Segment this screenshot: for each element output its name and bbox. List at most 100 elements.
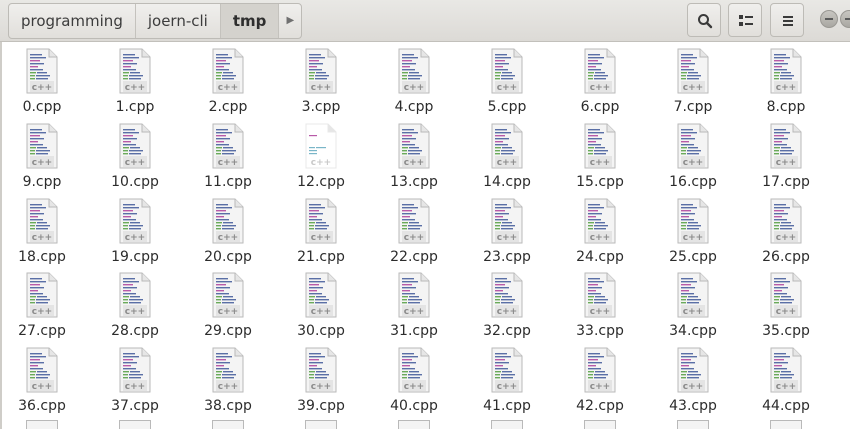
file-item-partial[interactable]	[212, 420, 244, 429]
file-item[interactable]: c++ 36.cpp	[6, 343, 78, 417]
file-item[interactable]: c++ 16.cpp	[657, 119, 729, 193]
file-item[interactable]: c++ 11.cpp	[192, 119, 264, 193]
file-item[interactable]: c++ 32.cpp	[471, 268, 543, 342]
file-name-label: 20.cpp	[204, 249, 252, 265]
file-item[interactable]: c++ 26.cpp	[750, 194, 822, 268]
file-item[interactable]: c++ 24.cpp	[564, 194, 636, 268]
file-type-label: c++	[590, 382, 610, 392]
file-item[interactable]: c++ 0.cpp	[6, 44, 78, 118]
cpp-file-icon: c++	[491, 48, 523, 94]
maximize-button[interactable]	[840, 10, 850, 28]
file-name-label: 40.cpp	[390, 398, 438, 414]
file-item[interactable]: c++ 2.cpp	[192, 44, 264, 118]
file-name-label: 12.cpp	[297, 174, 345, 190]
file-item[interactable]: c++ 28.cpp	[99, 268, 171, 342]
file-item[interactable]: c++ 37.cpp	[99, 343, 171, 417]
file-item[interactable]: c++ 10.cpp	[99, 119, 171, 193]
file-name-label: 35.cpp	[762, 323, 810, 339]
breadcrumb-tmp[interactable]: tmp	[220, 4, 280, 38]
cpp-file-icon: c++	[26, 48, 58, 94]
file-item[interactable]: c++ 39.cpp	[285, 343, 357, 417]
file-item[interactable]: c++ 22.cpp	[378, 194, 450, 268]
file-name-label: 30.cpp	[297, 323, 345, 339]
cpp-file-icon: c++	[677, 48, 709, 94]
file-item[interactable]: c++ 27.cpp	[6, 268, 78, 342]
minimize-button[interactable]	[820, 10, 838, 28]
breadcrumb-joern-cli[interactable]: joern-cli	[136, 4, 221, 38]
file-item[interactable]: c++ 38.cpp	[192, 343, 264, 417]
file-type-label: c++	[404, 233, 424, 243]
file-type-label: c++	[683, 307, 703, 317]
file-item[interactable]: c++ 18.cpp	[6, 194, 78, 268]
file-item-partial[interactable]	[584, 420, 616, 429]
file-item[interactable]: c++ 31.cpp	[378, 268, 450, 342]
header-bar: programming joern-cli tmp ▶	[0, 0, 850, 42]
file-item[interactable]: c++ 12.cpp	[285, 119, 357, 193]
file-item[interactable]: c++ 6.cpp	[564, 44, 636, 118]
file-item[interactable]: c++ 13.cpp	[378, 119, 450, 193]
file-name-label: 23.cpp	[483, 249, 531, 265]
file-name-label: 19.cpp	[111, 249, 159, 265]
file-item[interactable]: c++ 21.cpp	[285, 194, 357, 268]
file-item[interactable]: c++ 9.cpp	[6, 119, 78, 193]
file-item-partial[interactable]	[119, 420, 151, 429]
file-item[interactable]: c++ 33.cpp	[564, 268, 636, 342]
cpp-file-icon: c++	[491, 347, 523, 393]
file-name-label: 10.cpp	[111, 174, 159, 190]
cpp-file-icon: c++	[26, 123, 58, 169]
file-item-partial[interactable]	[305, 420, 337, 429]
file-item[interactable]: c++ 7.cpp	[657, 44, 729, 118]
file-item-partial[interactable]	[677, 420, 709, 429]
file-item[interactable]: c++ 20.cpp	[192, 194, 264, 268]
file-item[interactable]: c++ 42.cpp	[564, 343, 636, 417]
file-item[interactable]: c++ 34.cpp	[657, 268, 729, 342]
file-item-partial[interactable]	[770, 420, 802, 429]
file-item[interactable]: c++ 35.cpp	[750, 268, 822, 342]
file-item-partial[interactable]	[491, 420, 523, 429]
file-type-label: c++	[404, 307, 424, 317]
file-name-label: 6.cpp	[580, 99, 620, 115]
file-item[interactable]: c++ 23.cpp	[471, 194, 543, 268]
file-item[interactable]: c++ 15.cpp	[564, 119, 636, 193]
cpp-file-icon: c++	[770, 347, 802, 393]
file-item[interactable]: c++ 14.cpp	[471, 119, 543, 193]
file-name-label: 41.cpp	[483, 398, 531, 414]
chevron-right-icon[interactable]: ▶	[279, 4, 301, 38]
file-item[interactable]: c++ 19.cpp	[99, 194, 171, 268]
file-item[interactable]: c++ 1.cpp	[99, 44, 171, 118]
file-item[interactable]: c++ 43.cpp	[657, 343, 729, 417]
file-item[interactable]: c++ 5.cpp	[471, 44, 543, 118]
cpp-file-icon: c++	[119, 48, 151, 94]
file-name-label: 1.cpp	[115, 99, 155, 115]
breadcrumb-programming[interactable]: programming	[9, 4, 136, 38]
view-toggle-button[interactable]	[728, 3, 762, 37]
file-item[interactable]: c++ 8.cpp	[750, 44, 822, 118]
file-item[interactable]: c++ 3.cpp	[285, 44, 357, 118]
file-item[interactable]: c++ 17.cpp	[750, 119, 822, 193]
file-item[interactable]: c++ 25.cpp	[657, 194, 729, 268]
path-bar: programming joern-cli tmp ▶	[8, 3, 303, 39]
file-type-label: c++	[497, 233, 517, 243]
file-item[interactable]: c++ 40.cpp	[378, 343, 450, 417]
file-type-label: c++	[776, 307, 796, 317]
file-item[interactable]: c++ 41.cpp	[471, 343, 543, 417]
cpp-file-icon: c++	[119, 123, 151, 169]
menu-button[interactable]	[770, 3, 804, 37]
file-type-label: c++	[776, 158, 796, 168]
file-name-label: 13.cpp	[390, 174, 438, 190]
cpp-file-icon: c++	[212, 272, 244, 318]
file-item[interactable]: c++ 29.cpp	[192, 268, 264, 342]
file-item[interactable]: c++ 4.cpp	[378, 44, 450, 118]
file-type-label: c++	[125, 83, 145, 93]
file-item[interactable]: c++ 44.cpp	[750, 343, 822, 417]
list-view-icon	[739, 15, 753, 26]
file-item[interactable]: c++ 30.cpp	[285, 268, 357, 342]
cpp-file-icon: c++	[305, 347, 337, 393]
file-type-label: c++	[404, 382, 424, 392]
file-name-label: 14.cpp	[483, 174, 531, 190]
search-button[interactable]	[687, 3, 721, 37]
file-item-partial[interactable]	[398, 420, 430, 429]
file-type-label: c++	[311, 307, 331, 317]
file-item-partial[interactable]	[26, 420, 58, 429]
file-name-label: 7.cpp	[673, 99, 713, 115]
